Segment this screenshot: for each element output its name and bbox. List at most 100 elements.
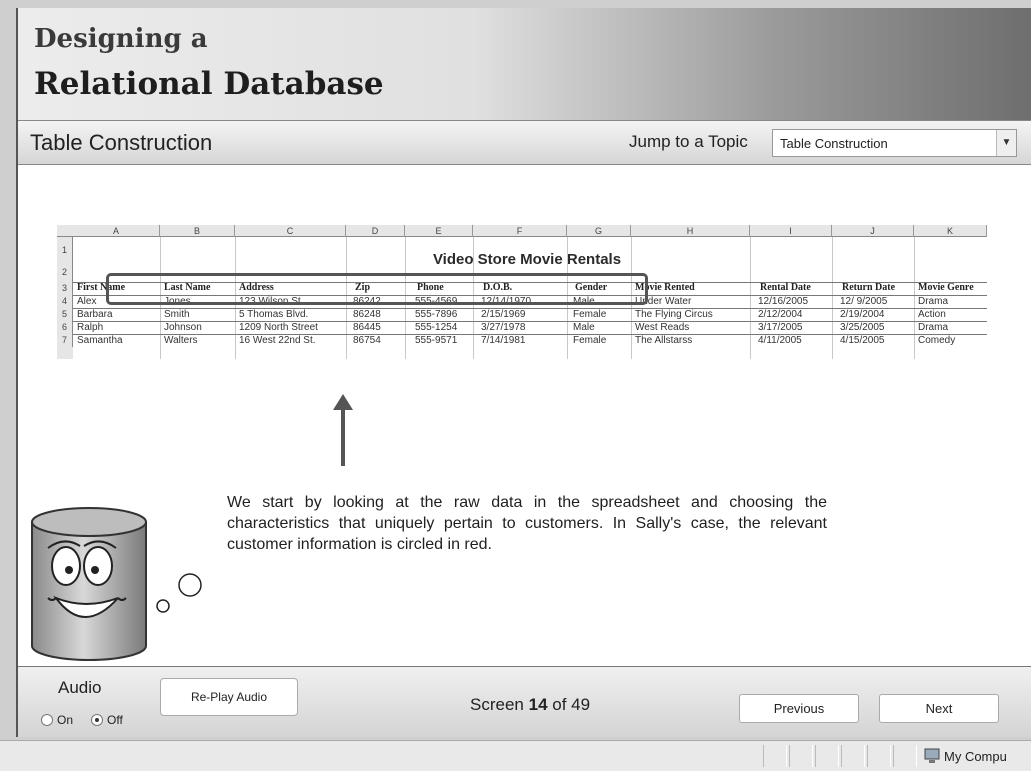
topic-select[interactable]: Table Construction ▼ <box>772 129 1017 157</box>
column-header: E <box>405 225 473 237</box>
grid-line <box>750 237 751 359</box>
chevron-down-icon[interactable]: ▼ <box>996 130 1016 156</box>
header-cell: Movie Genre <box>918 282 974 293</box>
table-cell: The Flying Circus <box>635 309 713 320</box>
row-header: 4 <box>57 295 73 308</box>
status-cell <box>789 745 813 767</box>
column-header: J <box>832 225 914 237</box>
table-cell: 555-7896 <box>415 309 458 320</box>
header-cell: Return Date <box>842 282 896 293</box>
table-cell: 86754 <box>353 335 381 346</box>
column-header: I <box>750 225 832 237</box>
status-bar: My Compu <box>0 740 1031 771</box>
column-header: D <box>346 225 405 237</box>
spreadsheet-image: ABCDEFGHIJK Video Store Movie Rentals Fi… <box>57 225 987 359</box>
column-header: K <box>914 225 987 237</box>
spreadsheet-title: Video Store Movie Rentals <box>432 251 622 268</box>
status-cell <box>893 745 917 767</box>
column-headers: ABCDEFGHIJK <box>57 225 987 237</box>
browser-window: Designing a Relational Database Table Co… <box>0 0 1031 771</box>
table-cell: Comedy <box>918 335 956 346</box>
audio-off-label: Off <box>107 713 123 727</box>
audio-on-label: On <box>57 713 74 727</box>
course-title-line1: Designing a <box>34 24 208 54</box>
topic-select-value: Table Construction <box>780 136 888 151</box>
computer-icon <box>924 748 940 763</box>
next-button[interactable]: Next <box>879 694 999 723</box>
table-cell: Walters <box>164 335 198 346</box>
table-cell: 4/15/2005 <box>840 335 885 346</box>
table-cell: The Allstarss <box>635 335 693 346</box>
table-cell: 555-9571 <box>415 335 458 346</box>
table-cell: Male <box>573 322 595 333</box>
table-cell: Barbara <box>77 309 113 320</box>
table-cell: 5 Thomas Blvd. <box>239 309 309 320</box>
table-cell: 3/27/1978 <box>481 322 526 333</box>
table-cell: 3/25/2005 <box>840 322 885 333</box>
audio-off-radio[interactable] <box>91 714 103 726</box>
table-cell: 86445 <box>353 322 381 333</box>
table-cell: West Reads <box>635 322 690 333</box>
topic-bar: Table Construction Jump to a Topic Table… <box>18 120 1031 165</box>
previous-button[interactable]: Previous <box>739 694 859 723</box>
column-header: C <box>235 225 346 237</box>
table-cell: Ralph <box>77 322 104 333</box>
table-cell: 86248 <box>353 309 381 320</box>
screen-counter: Screen 14 of 49 <box>470 695 590 715</box>
table-cell: Samantha <box>77 335 123 346</box>
table-cell: Female <box>573 335 607 346</box>
row-header: 1 <box>57 237 73 263</box>
table-cell: 1209 North Street <box>239 322 318 333</box>
grid-line <box>914 237 915 359</box>
section-title: Table Construction <box>30 130 213 155</box>
column-header: F <box>473 225 567 237</box>
audio-label: Audio <box>58 678 102 697</box>
column-header: B <box>160 225 235 237</box>
table-cell: Johnson <box>164 322 202 333</box>
table-cell: 2/15/1969 <box>481 309 526 320</box>
footer-nav: Audio On Off Re-Play Audio Screen 14 of … <box>18 666 1031 737</box>
course-title-line2: Relational Database <box>34 66 384 102</box>
screen-current: 14 <box>528 695 548 714</box>
screen-prefix: Screen <box>470 695 524 714</box>
header-cell: Rental Date <box>760 282 811 293</box>
security-zone-label: My Compu <box>944 749 1007 764</box>
table-cell: 2/12/2004 <box>758 309 803 320</box>
audio-on-radio[interactable] <box>41 714 53 726</box>
table-cell: 2/19/2004 <box>840 309 885 320</box>
replay-audio-button[interactable]: Re-Play Audio <box>160 678 298 716</box>
table-cell: 12/ 9/2005 <box>840 296 888 307</box>
jump-to-topic-label: Jump to a Topic <box>629 132 748 151</box>
lesson-content: ABCDEFGHIJK Video Store Movie Rentals Fi… <box>18 166 1031 666</box>
row-header: 5 <box>57 308 73 321</box>
table-cell: 3/17/2005 <box>758 322 803 333</box>
course-header: Designing a Relational Database <box>18 8 1031 120</box>
table-cell: 7/14/1981 <box>481 335 526 346</box>
row-header: 3 <box>57 282 73 295</box>
table-cell: Alex <box>77 296 97 307</box>
customer-info-highlight <box>106 273 648 305</box>
up-arrow-icon <box>333 394 353 466</box>
row-header: 2 <box>57 263 73 282</box>
row-header: 7 <box>57 334 73 347</box>
table-cell: Female <box>573 309 607 320</box>
database-mascot-icon <box>31 507 202 661</box>
table-cell: 16 West 22nd St. <box>239 335 316 346</box>
status-cell <box>841 745 865 767</box>
table-cell: Drama <box>918 322 949 333</box>
column-header: A <box>73 225 160 237</box>
course-app: Designing a Relational Database Table Co… <box>16 8 1031 737</box>
table-cell: Drama <box>918 296 949 307</box>
status-cell <box>763 745 787 767</box>
table-cell: Action <box>918 309 946 320</box>
table-cell: Smith <box>164 309 190 320</box>
row-header: 6 <box>57 321 73 334</box>
table-cell: 4/11/2005 <box>758 335 802 346</box>
status-cell <box>815 745 839 767</box>
column-header: H <box>631 225 750 237</box>
grid-line <box>832 237 833 359</box>
column-header: G <box>567 225 631 237</box>
status-cell <box>867 745 891 767</box>
narration-text: We start by looking at the raw data in t… <box>227 494 827 553</box>
screen-total: of 49 <box>552 695 591 714</box>
